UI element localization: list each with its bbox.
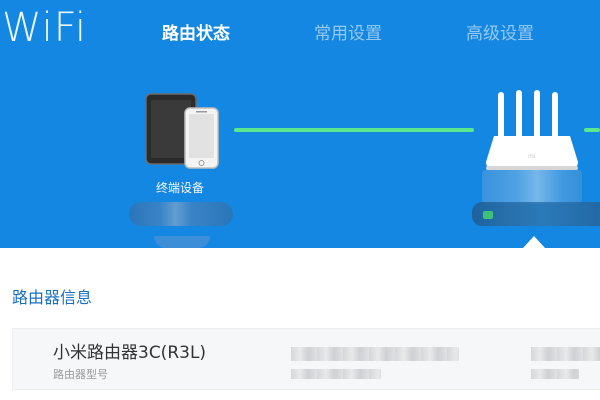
device-pointer-redacted — [154, 236, 210, 248]
router-model-value: 小米路由器3C(R3L) — [53, 343, 207, 363]
router-internet-link — [584, 128, 600, 132]
device-count-redacted — [129, 202, 233, 226]
mac-address-label-redacted — [531, 369, 579, 379]
tab-common-settings[interactable]: 常用设置 — [314, 22, 382, 46]
router-name-redacted — [482, 170, 582, 204]
active-node-caret-icon — [523, 236, 545, 248]
router-icon[interactable]: mi — [484, 88, 580, 174]
wifi-logo: WiFi — [2, 5, 87, 51]
rom-version-label-redacted — [291, 369, 381, 379]
tab-router-status[interactable]: 路由状态 — [162, 22, 230, 46]
svg-text:mi: mi — [528, 153, 536, 160]
terminal-devices-label: 终端设备 — [155, 181, 204, 195]
router-info-title: 路由器信息 — [12, 288, 93, 307]
status-header: WiFi 路由状态 常用设置 高级设置 终端设备 mi — [0, 0, 600, 248]
tab-advanced-settings[interactable]: 高级设置 — [466, 22, 534, 46]
router-admin-page: WiFi 路由状态 常用设置 高级设置 终端设备 mi 路由器信息 小米路由器3… — [0, 0, 600, 400]
router-status-dot-icon — [483, 211, 493, 219]
router-info-card: 小米路由器3C(R3L) 路由器型号 — [12, 328, 600, 390]
rom-version-value-redacted — [291, 347, 459, 361]
router-model-label: 路由器型号 — [53, 368, 108, 381]
terminal-devices-icon[interactable] — [140, 88, 220, 172]
mac-address-value-redacted — [531, 347, 600, 361]
device-router-link — [234, 128, 474, 132]
